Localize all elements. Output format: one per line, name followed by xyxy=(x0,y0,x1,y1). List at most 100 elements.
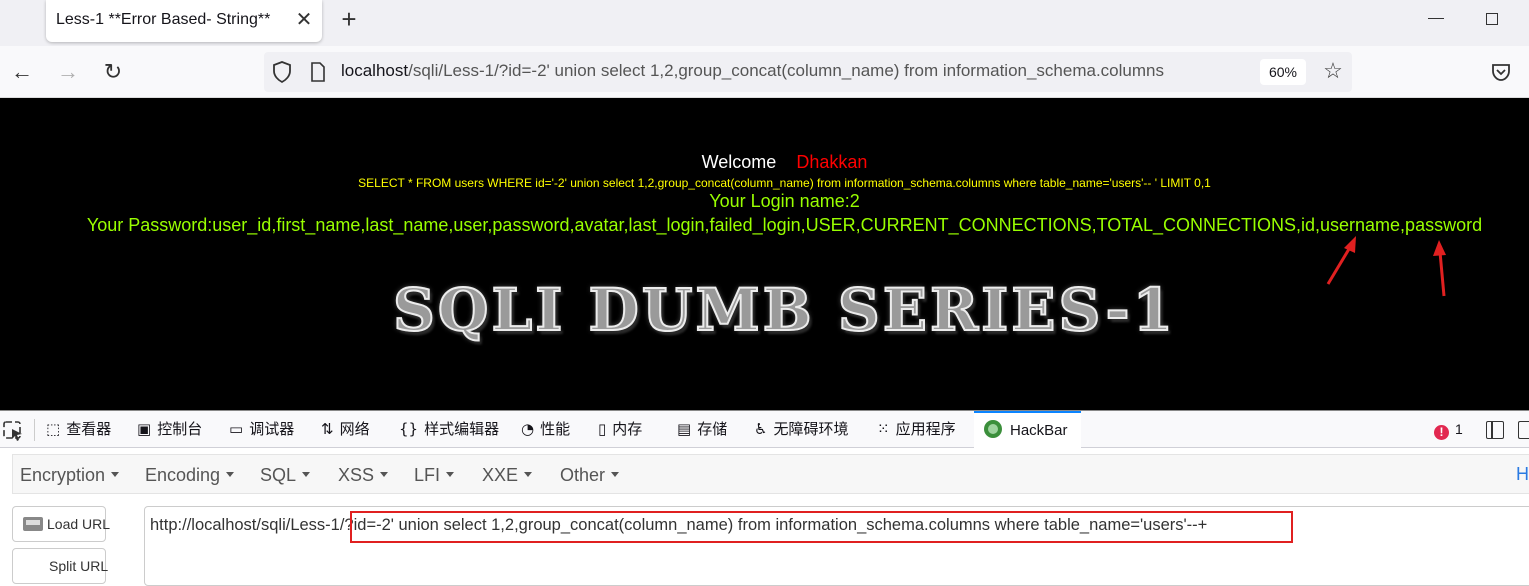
style-editor-icon: {} xyxy=(399,420,419,438)
inspector-icon: ⬚ xyxy=(46,420,61,438)
address-fade xyxy=(1214,52,1254,92)
pocket-icon[interactable] xyxy=(1490,61,1512,83)
devtools-tab-label: 查看器 xyxy=(66,421,112,438)
devtools-tab-network[interactable]: ⇅ 网络 xyxy=(321,411,370,448)
devtools-separator xyxy=(34,419,35,441)
devtools-tab-label: 控制台 xyxy=(157,421,203,438)
split-url-button[interactable]: Split URL xyxy=(12,548,109,584)
back-icon[interactable]: ← xyxy=(8,58,36,86)
caret-down-icon xyxy=(524,472,533,477)
devtools-tab-label: 无障碍环境 xyxy=(773,421,849,438)
hackbar-icon xyxy=(984,420,1002,438)
tab-title: Less-1 **Error Based- String** xyxy=(56,11,271,28)
load-url-button[interactable]: Load URL xyxy=(12,506,110,542)
devtools-tab-application[interactable]: ⁙ 应用程序 xyxy=(877,411,956,448)
devtools-tab-label: 应用程序 xyxy=(895,421,956,438)
menu-xxe[interactable]: XXE xyxy=(482,465,533,486)
menu-label: Encoding xyxy=(145,465,221,485)
menu-sql[interactable]: SQL xyxy=(260,465,311,486)
error-icon: ! xyxy=(1434,425,1449,440)
menu-xss[interactable]: XSS xyxy=(338,465,389,486)
caret-down-icon xyxy=(380,472,389,477)
annotation-arrow-username xyxy=(1326,236,1356,285)
load-url-label: Load URL xyxy=(47,516,111,532)
menu-lfi[interactable]: LFI xyxy=(414,465,455,486)
devtools-tab-label: HackBar xyxy=(1010,422,1068,439)
minimize-window-icon[interactable] xyxy=(1428,18,1444,19)
hackbar-menu: Encryption Encoding SQL XSS LFI XXE Othe… xyxy=(12,454,1529,494)
error-count-badge[interactable]: ! 1 xyxy=(1434,421,1463,440)
devtools-tab-label: 样式编辑器 xyxy=(424,421,500,438)
devtools-tab-hackbar[interactable]: HackBar xyxy=(974,411,1081,448)
devtools-toolbar: ⬚ 查看器 ▣ 控制台 ▭ 调试器 ⇅ 网络 {} 样式编辑器 ◔ 性能 ▯ 内存 ▤ 存储 ♿… xyxy=(0,410,1529,448)
storage-icon: ▤ xyxy=(677,420,692,438)
menu-encryption[interactable]: Encryption xyxy=(20,465,120,486)
address-path: /sqli/Less-1/?id=-2' union select 1,2,gr… xyxy=(408,61,1164,80)
devtools-options-icon[interactable] xyxy=(1518,421,1529,439)
caret-down-icon xyxy=(611,472,620,477)
memory-icon: ▯ xyxy=(598,420,607,438)
menu-label: XSS xyxy=(338,465,375,485)
password-text: Your Password:user_id,first_name,last_na… xyxy=(86,215,1483,235)
split-url-label: Split URL xyxy=(49,558,109,574)
address-bar[interactable]: localhost/sqli/Less-1/?id=-2' union sele… xyxy=(264,52,1352,92)
bookmark-star-icon[interactable]: ☆ xyxy=(1320,58,1346,84)
browser-tab[interactable]: Less-1 **Error Based- String** ✕ xyxy=(46,0,322,42)
menu-label: Other xyxy=(560,465,606,485)
devtools-tab-debugger[interactable]: ▭ 调试器 xyxy=(229,411,294,448)
menu-label: SQL xyxy=(260,465,297,485)
hackbar-panel: Encryption Encoding SQL XSS LFI XXE Othe… xyxy=(0,448,1529,586)
close-tab-icon[interactable]: ✕ xyxy=(292,8,316,32)
devtools-tab-label: 性能 xyxy=(540,421,571,438)
devtools-tab-console[interactable]: ▣ 控制台 xyxy=(137,411,202,448)
sqli-dumb-series-banner: SQLI DUMB SERIES-1 xyxy=(392,275,1176,345)
address-text[interactable]: localhost/sqli/Less-1/?id=-2' union sele… xyxy=(341,61,1164,81)
devtools-tab-memory[interactable]: ▯ 内存 xyxy=(598,411,642,448)
welcome-name: Dhakkan xyxy=(796,152,868,172)
login-name-text: Your Login name:2 xyxy=(709,191,860,211)
maximize-window-icon[interactable] xyxy=(1486,13,1498,25)
menu-label: LFI xyxy=(414,465,441,485)
caret-down-icon xyxy=(446,472,455,477)
menu-label: XXE xyxy=(482,465,519,485)
devtools-tab-storage[interactable]: ▤ 存储 xyxy=(677,411,727,448)
tracking-protection-shield-icon[interactable] xyxy=(272,61,292,83)
menu-other[interactable]: Other xyxy=(560,465,620,486)
reload-icon[interactable]: ↻ xyxy=(99,58,127,86)
welcome-label: Welcome xyxy=(701,152,777,172)
debugger-icon: ▭ xyxy=(229,420,244,438)
annotation-highlight-box xyxy=(350,511,1293,543)
devtools-tab-style-editor[interactable]: {} 样式编辑器 xyxy=(399,411,499,448)
caret-down-icon xyxy=(302,472,311,477)
error-count: 1 xyxy=(1455,421,1463,437)
hackbar-right-link[interactable]: H xyxy=(1516,464,1529,485)
devtools-tab-label: 调试器 xyxy=(249,421,295,438)
forward-icon[interactable]: → xyxy=(54,58,82,86)
address-host: localhost xyxy=(341,61,409,80)
sql-query-text: SELECT * FROM users WHERE id='-2' union … xyxy=(358,176,1211,190)
new-tab-icon[interactable]: + xyxy=(336,6,362,34)
tab-strip: Less-1 **Error Based- String** ✕ + xyxy=(0,0,1529,46)
devtools-tab-accessibility[interactable]: ♿ 无障碍环境 xyxy=(754,411,848,448)
element-picker-icon[interactable] xyxy=(2,420,24,442)
page-info-icon[interactable] xyxy=(310,62,326,82)
load-url-icon xyxy=(23,517,43,531)
caret-down-icon xyxy=(226,472,235,477)
annotation-arrow-password xyxy=(1433,240,1446,297)
performance-icon: ◔ xyxy=(521,420,535,438)
devtools-tab-inspector[interactable]: ⬚ 查看器 xyxy=(46,411,111,448)
application-icon: ⁙ xyxy=(877,420,890,438)
console-icon: ▣ xyxy=(137,420,152,438)
caret-down-icon xyxy=(111,472,120,477)
devtools-tab-label: 网络 xyxy=(339,421,370,438)
zoom-level-badge[interactable]: 60% xyxy=(1260,59,1306,85)
devtools-tab-performance[interactable]: ◔ 性能 xyxy=(521,411,570,448)
devtools-tab-label: 内存 xyxy=(612,421,643,438)
menu-encoding[interactable]: Encoding xyxy=(145,465,235,486)
menu-label: Encryption xyxy=(20,465,106,485)
navigation-toolbar: ← → ↻ localhost/sqli/Less-1/?id=-2' unio… xyxy=(0,46,1529,98)
dock-side-icon[interactable] xyxy=(1486,421,1504,439)
welcome-line: Welcome Dhakkan xyxy=(0,152,1529,173)
network-icon: ⇅ xyxy=(321,420,334,438)
web-page: Welcome Dhakkan SELECT * FROM users WHERE… xyxy=(0,98,1529,410)
